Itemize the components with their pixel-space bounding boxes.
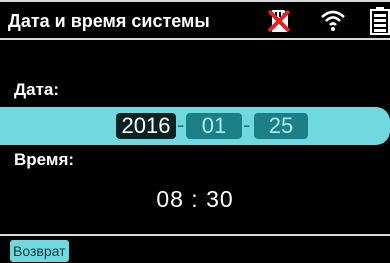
header-bar: Дата и время системы <box>0 0 390 40</box>
back-button[interactable]: Возврат <box>10 240 69 262</box>
date-label: Дата: <box>14 80 60 99</box>
date-separator: - <box>177 112 185 137</box>
date-selector[interactable]: 2016 - 01 - 25 <box>0 107 390 145</box>
year-field[interactable]: 2016 <box>116 113 176 139</box>
time-field[interactable]: 08 : 30 <box>0 186 390 213</box>
screen: Дата и время системы Дата: 2016 - 01 - 2… <box>0 0 390 263</box>
page-title: Дата и время системы <box>8 11 210 31</box>
footer-bar: Возврат <box>0 234 390 263</box>
sd-card-error-icon <box>267 9 291 33</box>
date-separator: - <box>243 112 251 137</box>
wifi-icon <box>321 10 345 31</box>
time-label: Время: <box>14 150 75 169</box>
battery-icon <box>370 7 390 35</box>
month-field[interactable]: 01 <box>186 113 242 139</box>
day-field[interactable]: 25 <box>254 113 308 139</box>
